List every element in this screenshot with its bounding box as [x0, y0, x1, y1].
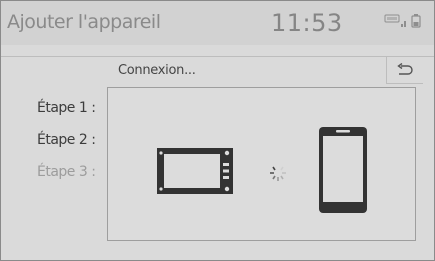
- battery-icon: [411, 14, 421, 28]
- header-bar: Ajouter l'appareil 11:53: [1, 1, 434, 45]
- loading-spinner-icon: [270, 165, 286, 181]
- return-arrow-icon: [397, 62, 413, 75]
- dcm-icon: [384, 14, 400, 23]
- page-title: Ajouter l'appareil: [7, 11, 161, 33]
- screen-frame: Ajouter l'appareil 11:53 Connexion... Ét…: [0, 0, 435, 261]
- status-icons: [384, 13, 424, 29]
- back-button[interactable]: [386, 56, 423, 84]
- steps-list: Étape 1 : Étape 2 : Étape 3 :: [37, 98, 96, 194]
- clock: 11:53: [271, 9, 343, 37]
- step-3: Étape 3 :: [37, 164, 96, 180]
- smartphone-icon: [319, 127, 367, 213]
- status-svg: [384, 14, 421, 28]
- connection-status: Connexion...: [118, 63, 196, 78]
- step-2: Étape 2 :: [37, 132, 96, 148]
- connection-panel: [107, 87, 416, 241]
- step-1: Étape 1 :: [37, 100, 96, 116]
- head-unit-icon: [157, 148, 233, 194]
- header-divider: [1, 56, 434, 57]
- signal-bars-icon: [401, 21, 406, 27]
